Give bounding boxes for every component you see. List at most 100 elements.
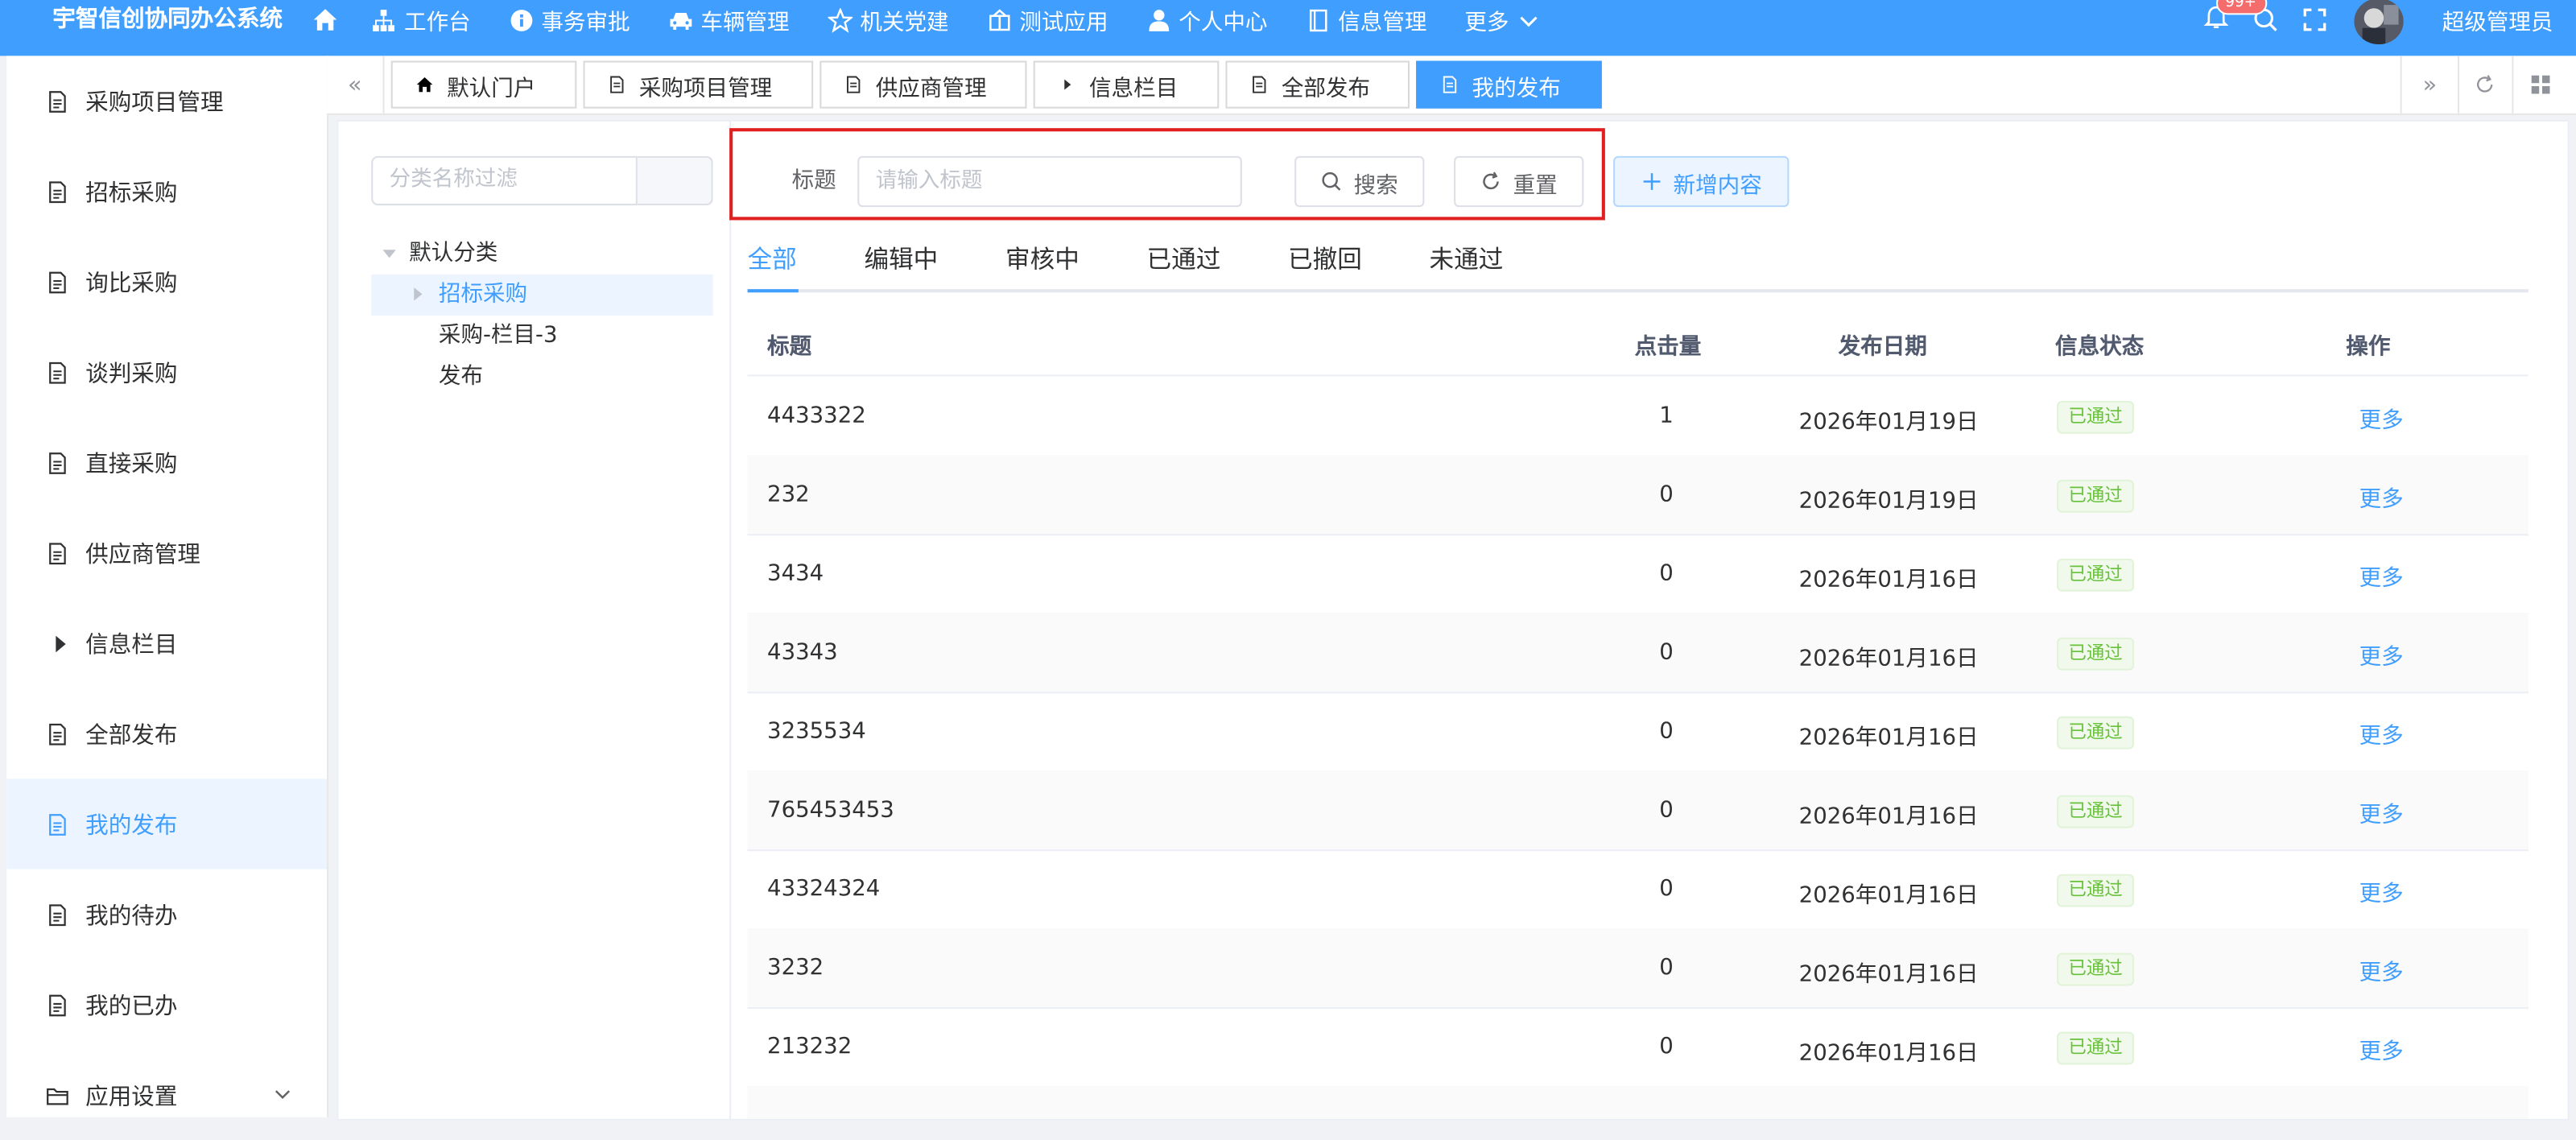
status-badge: 已通过 xyxy=(2057,1031,2134,1065)
sidebar-item-procurement-projects[interactable]: 采购项目管理 xyxy=(6,56,327,146)
topnav-item-info[interactable]: 信息管理 xyxy=(1305,3,1426,36)
category-filter-input[interactable]: 分类名称过滤 xyxy=(371,155,638,206)
sidebar-item-supplier[interactable]: 供应商管理 xyxy=(6,508,327,598)
category-filter-button[interactable] xyxy=(637,155,713,206)
grid-menu-icon[interactable] xyxy=(2512,56,2567,113)
tag-label: 默认门户 xyxy=(447,74,536,101)
cell-clicks: 0 xyxy=(1659,875,1674,902)
more-link[interactable]: 更多 xyxy=(2359,717,2404,750)
sidebar-item-info-column[interactable]: 信息栏目 xyxy=(6,598,327,688)
sidebar-item-app-settings[interactable]: 应用设置 xyxy=(6,1050,327,1140)
title-search-input[interactable]: 请输入标题 xyxy=(857,155,1242,208)
fullscreen-icon[interactable] xyxy=(2301,6,2327,33)
tab-editing[interactable]: 编辑中 xyxy=(864,242,938,276)
tab-reviewing[interactable]: 审核中 xyxy=(1005,242,1080,276)
tab-all[interactable]: 全部 xyxy=(748,242,797,276)
sidebar-item-label: 招标采购 xyxy=(85,180,178,207)
tag-procurement-projects[interactable]: 采购项目管理 xyxy=(583,60,814,109)
tag-all-published[interactable]: 全部发布 xyxy=(1225,60,1410,109)
topnav-label: 车辆管理 xyxy=(700,10,790,36)
more-link[interactable]: 更多 xyxy=(2359,480,2404,513)
cell-title: 232 xyxy=(767,481,810,508)
folder-icon xyxy=(46,1084,69,1107)
more-link[interactable]: 更多 xyxy=(2359,559,2404,592)
cell-date: 2026年01月16日 xyxy=(1798,803,1979,830)
cell-clicks: 0 xyxy=(1659,717,1674,745)
tree-node-column-3[interactable]: 采购-栏目-3 xyxy=(371,316,712,357)
header-ops: 操作 xyxy=(2346,333,2391,360)
document-icon xyxy=(46,451,69,474)
document-icon xyxy=(46,993,69,1017)
cell-date: 2026年01月16日 xyxy=(1798,882,1979,909)
topnav-label: 事务审批 xyxy=(541,10,630,36)
cell-date: 2026年01月19日 xyxy=(1798,409,1979,436)
more-link[interactable]: 更多 xyxy=(2359,874,2404,907)
cell-date: 2026年01月16日 xyxy=(1798,724,1979,751)
status-badge: 已通过 xyxy=(2057,952,2134,986)
topnav-item-testapp[interactable]: 测试应用 xyxy=(987,3,1108,36)
tags-view: « 默认门户 采购项目管理 供应商管理 信息栏目 全部发布 我的发布 » xyxy=(327,56,2576,115)
more-link[interactable]: 更多 xyxy=(2359,953,2404,986)
document-icon xyxy=(46,271,69,294)
sidebar-item-my-done[interactable]: 我的已办 xyxy=(6,960,327,1050)
sidebar-item-label: 全部发布 xyxy=(85,721,178,749)
sidebar-item-negotiation[interactable]: 谈判采购 xyxy=(6,327,327,417)
sidebar-item-label: 采购项目管理 xyxy=(85,89,224,116)
topnav-label: 工作台 xyxy=(404,10,471,36)
sidebar-item-direct[interactable]: 直接采购 xyxy=(6,417,327,507)
more-link[interactable]: 更多 xyxy=(2359,1032,2404,1065)
topnav-item-vehicle[interactable]: 车辆管理 xyxy=(668,3,790,36)
tag-info-column[interactable]: 信息栏目 xyxy=(1033,60,1220,109)
table-row: 3232 0 2026年01月16日 已通过 更多 xyxy=(747,928,2529,1010)
user-name[interactable]: 超级管理员 xyxy=(2442,3,2553,36)
status-badge: 已通过 xyxy=(2057,558,2134,592)
scroll-right-icon[interactable]: » xyxy=(2400,56,2460,114)
search-button[interactable]: 搜索 xyxy=(1294,155,1425,208)
add-content-button[interactable]: 新增内容 xyxy=(1613,155,1790,208)
topnav-item-workbench[interactable]: 工作台 xyxy=(371,3,471,36)
sidebar-item-my-todo[interactable]: 我的待办 xyxy=(6,869,327,960)
topnav-item-approval[interactable]: 事务审批 xyxy=(509,3,630,36)
status-badge: 已通过 xyxy=(2057,874,2134,907)
notification-button[interactable]: 99+ xyxy=(2202,0,2267,35)
sidebar-item-label: 应用设置 xyxy=(85,1083,178,1110)
tab-rejected[interactable]: 未通过 xyxy=(1429,242,1503,276)
tree-node-default[interactable]: 默认分类 xyxy=(371,233,712,275)
top-bar: 宇智信创协同办公系统 工作台 事务审批 车辆管理 机关党建 测试应用 个人中心 … xyxy=(0,0,2576,56)
chevron-down-icon xyxy=(275,1090,291,1099)
tab-approved[interactable]: 已通过 xyxy=(1146,242,1220,276)
cell-date: 2026年01月19日 xyxy=(1798,488,1979,514)
topnav-item-more[interactable]: 更多 xyxy=(1464,3,1540,36)
refresh-icon xyxy=(1483,171,1499,190)
tag-label: 信息栏目 xyxy=(1089,74,1179,101)
more-link[interactable]: 更多 xyxy=(2359,795,2404,828)
topnav-label: 机关党建 xyxy=(860,10,949,36)
topnav-item-party[interactable]: 机关党建 xyxy=(827,3,949,36)
document-icon xyxy=(46,89,69,113)
tag-supplier[interactable]: 供应商管理 xyxy=(819,60,1027,109)
refresh-icon[interactable] xyxy=(2456,56,2514,114)
home-icon[interactable] xyxy=(312,6,339,33)
sidebar-item-tender[interactable]: 招标采购 xyxy=(6,147,327,237)
header-status: 信息状态 xyxy=(2055,333,2145,360)
avatar[interactable] xyxy=(2353,0,2403,45)
topnav-item-personal[interactable]: 个人中心 xyxy=(1146,3,1267,36)
tag-default-portal[interactable]: 默认门户 xyxy=(390,60,577,109)
sidebar-item-all-published[interactable]: 全部发布 xyxy=(6,688,327,779)
tree-node-publish[interactable]: 发布 xyxy=(371,357,712,398)
reset-button[interactable]: 重置 xyxy=(1454,155,1584,208)
tag-my-published[interactable]: 我的发布 xyxy=(1416,60,1602,109)
tree-node-tender[interactable]: 招标采购 xyxy=(371,274,713,316)
more-link[interactable]: 更多 xyxy=(2359,638,2404,671)
sidebar-item-label: 谈判采购 xyxy=(85,360,178,387)
more-link[interactable]: 更多 xyxy=(2359,401,2404,434)
sidebar-item-my-published[interactable]: 我的发布 xyxy=(6,779,328,869)
tab-withdrawn[interactable]: 已撤回 xyxy=(1288,242,1362,276)
sidebar-item-inquiry[interactable]: 询比采购 xyxy=(6,237,327,327)
cell-title: 3232 xyxy=(767,954,824,981)
document-icon xyxy=(1253,76,1266,93)
tag-label: 全部发布 xyxy=(1281,74,1371,101)
reset-button-label: 重置 xyxy=(1513,171,1558,198)
cell-clicks: 0 xyxy=(1659,481,1674,508)
scroll-left-icon[interactable]: « xyxy=(327,56,385,114)
